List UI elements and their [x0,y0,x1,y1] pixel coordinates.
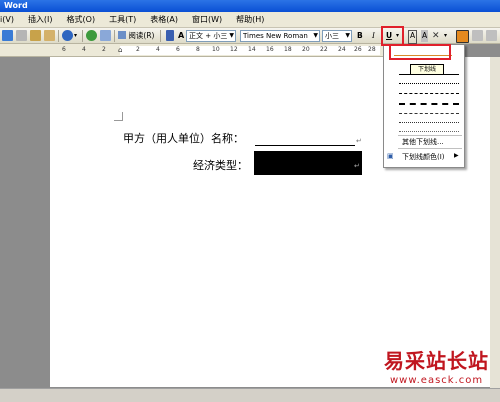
font-size-combo[interactable]: 小三 ▼ [322,30,352,42]
menu-bar: i(V) 插入(I) 格式(O) 工具(T) 表格(A) 窗口(W) 帮助(H) [0,12,500,28]
underline-option-single[interactable] [399,74,459,75]
formatting-toolbar: ▾ 阅读(R) A 正文 + 小三 ▼ Times New Roman ▼ 小三… [0,28,500,44]
vertical-scrollbar[interactable] [490,57,500,388]
toolbar-separator [58,30,59,42]
ruler-number: 12 [230,46,238,53]
ruler-number: 10 [212,46,220,53]
ruler-number: 4 [82,46,86,53]
table-icon[interactable] [100,30,111,41]
ruler-number: 2 [102,46,106,53]
underline-button-highlight [381,26,404,46]
ruler-number: 2 [136,46,140,53]
ruler-number: 14 [248,46,256,53]
paragraph-mark: ↵ [356,137,362,145]
read-button[interactable]: 阅读(R) [118,30,154,42]
paragraph-mark: ↵ [354,162,360,170]
font-color-dropdown-icon[interactable]: ▾ [444,30,447,42]
undo-dropdown-icon[interactable]: ▾ [74,30,77,42]
watermark-url: www.easck.com [390,375,484,386]
copy-icon[interactable] [30,30,41,41]
ruler-number: 4 [156,46,160,53]
chevron-down-icon: ▼ [313,32,318,39]
align-center-icon[interactable] [472,30,483,41]
submenu-arrow-icon: ▶ [454,152,459,159]
ruler-number: 8 [196,46,200,53]
font-color-icon[interactable]: ✕ [432,30,440,42]
employer-name-label: 甲方（用人单位）名称： [123,132,244,145]
ruler-number: 20 [302,46,310,53]
chevron-down-icon: ▼ [345,32,350,39]
toolbar-separator [160,30,161,42]
align-right-icon[interactable] [486,30,497,41]
bold-button[interactable]: B [357,30,363,42]
horizontal-ruler[interactable]: 6 4 2 ⌂ 2 4 6 8 10 12 14 16 18 20 22 24 … [0,44,385,57]
ruler-number: 6 [176,46,180,53]
horizontal-scrollbar[interactable] [0,388,500,402]
menu-divider [398,148,462,149]
underline-color-item[interactable]: 下划线颜色(I) [402,152,445,162]
ruler-number: 18 [284,46,292,53]
style-pane-icon[interactable] [166,30,174,41]
styles-icon[interactable]: A [178,30,184,42]
economic-type-selected-field[interactable] [254,151,362,175]
menu-view[interactable]: i(V) [0,15,21,24]
undo-icon[interactable] [62,30,73,41]
underline-option-dashed-fine[interactable] [399,93,459,94]
underline-option-dotted[interactable] [399,83,459,84]
menu-insert[interactable]: 插入(I) [21,14,60,25]
menu-tools[interactable]: 工具(T) [102,14,143,25]
read-label: 阅读(R) [128,31,155,40]
menu-table[interactable]: 表格(A) [143,14,185,25]
char-shade-button[interactable]: A [421,30,429,42]
more-underlines-item[interactable]: 其他下划线... [402,137,444,147]
ruler-number: 16 [266,46,274,53]
menu-help[interactable]: 帮助(H) [229,14,271,25]
style-value: 正文 + 小三 [189,32,228,40]
char-border-button[interactable]: A [408,30,418,44]
font-combo[interactable]: Times New Roman ▼ [240,30,320,42]
font-value: Times New Roman [243,32,308,40]
ruler-number: 28 [368,46,376,53]
font-size-value: 小三 [325,32,339,40]
style-combo[interactable]: 正文 + 小三 ▼ [186,30,236,42]
watermark-logo-text: 易采站长站 [384,349,489,373]
toolbar-separator [114,30,115,42]
underline-option-dashed[interactable] [399,103,459,105]
ruler-number: 6 [62,46,66,53]
align-left-icon[interactable] [456,30,469,43]
window-title: Word [4,1,28,10]
ruler-number: 26 [354,46,362,53]
read-icon [118,31,126,39]
italic-button[interactable]: I [372,30,375,42]
menu-format[interactable]: 格式(O) [60,14,103,25]
menu-divider [398,135,462,136]
ruler-number: 22 [320,46,328,53]
margin-corner-mark [114,112,123,121]
economic-type-label: 经济类型： [193,159,248,172]
underline-option-wave[interactable] [399,131,459,132]
menu-window[interactable]: 窗口(W) [185,14,229,25]
single-underline-highlight [389,44,451,60]
spelling-icon[interactable] [2,30,13,41]
underline-option-dot-dot-dash[interactable] [399,122,459,123]
employer-name-underline-field[interactable] [255,145,355,146]
ruler-number: 24 [338,46,346,53]
underline-color-icon: ▣ [387,152,394,160]
hyperlink-icon[interactable] [86,30,97,41]
underline-style-menu: 下划线 其他下划线... ▣ 下划线颜色(I) ▶ [383,44,465,168]
chevron-down-icon: ▼ [229,32,234,39]
ruler-indent-marker[interactable]: ⌂ [118,46,122,54]
toolbar-separator [82,30,83,42]
title-bar: Word [0,0,500,12]
underline-option-dot-dash[interactable] [399,113,459,114]
cut-icon[interactable] [16,30,27,41]
paste-icon[interactable] [44,30,55,41]
